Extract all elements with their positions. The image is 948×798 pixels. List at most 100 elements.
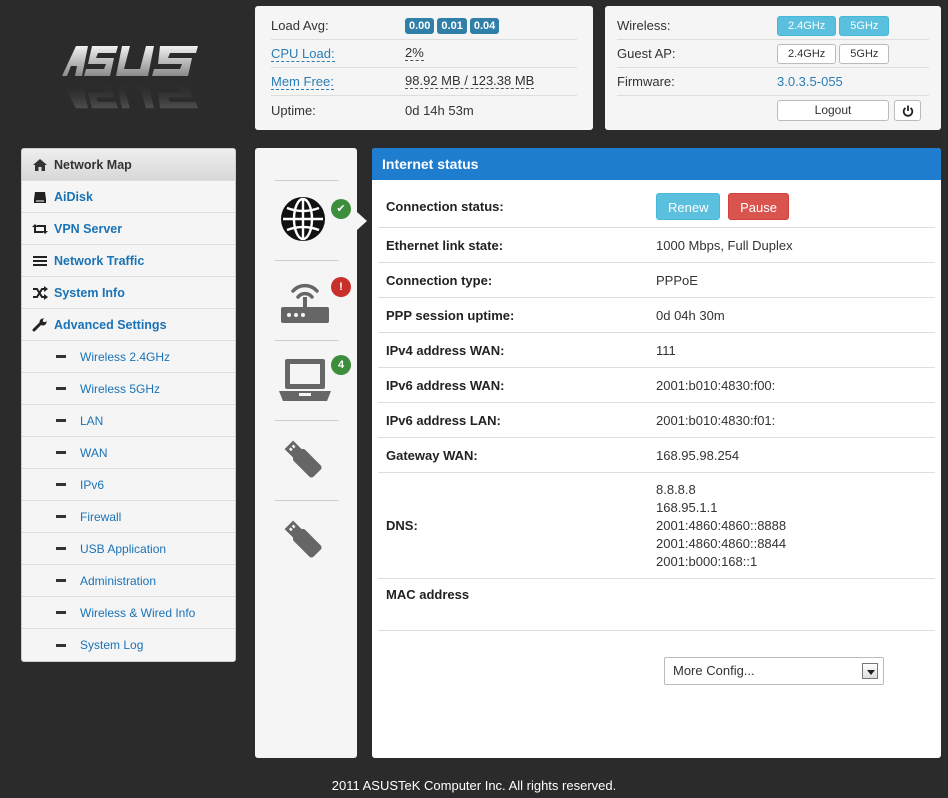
sidebar-subitem-firewall[interactable]: Firewall	[22, 501, 235, 533]
clients-device[interactable]: 4	[275, 340, 351, 420]
sidebar-subitem-administration[interactable]: Administration	[22, 565, 235, 597]
dns-label: DNS:	[386, 518, 418, 533]
sidebar-subitem-label: WAN	[80, 445, 108, 460]
connection-status-row: Connection status: Renew Pause	[378, 186, 935, 228]
mem-free-link[interactable]: Mem Free:	[271, 74, 334, 90]
row-key: IPv6 address WAN:	[386, 377, 505, 393]
wireless-panel: Wireless: 2.4GHz 5GHz Guest AP: 2.4GHz 5…	[605, 6, 941, 130]
panel-title: Internet status	[372, 148, 941, 180]
clients-count-badge: 4	[331, 355, 351, 375]
load-avg-5: 0.01	[437, 17, 467, 34]
dash-icon	[56, 355, 66, 358]
dash-icon	[56, 419, 66, 422]
dns-entry: 2001:4860:4860::8888	[656, 517, 787, 533]
mem-free-row: Mem Free: 98.92 MB / 123.38 MB	[271, 68, 577, 96]
sidebar-subitem-system-log[interactable]: System Log	[22, 629, 235, 661]
row-value: 2001:b010:4830:f00:	[656, 377, 776, 393]
dns-list: 8.8.8.8 168.95.1.1 2001:4860:4860::8888 …	[656, 481, 786, 571]
wireless-24ghz-button[interactable]: 2.4GHz	[777, 15, 837, 36]
guest-24ghz-button[interactable]: 2.4GHz	[777, 43, 837, 64]
sidebar-item-label: Network Traffic	[54, 253, 145, 268]
sidebar-subitem-label: System Log	[80, 638, 144, 652]
mac-label: MAC address	[386, 587, 470, 602]
uptime-value: 0d 14h 53m	[405, 102, 474, 118]
wireless-5ghz-button[interactable]: 5GHz	[839, 15, 890, 36]
load-avg-label: Load Avg:	[271, 18, 329, 33]
row-value: 168.95.98.254	[656, 447, 740, 463]
dash-icon	[56, 547, 66, 550]
footer-copyright: 2011 ASUSTeK Computer Inc. All rights re…	[331, 778, 617, 793]
dns-entry: 8.8.8.8	[656, 481, 696, 497]
system-info-panel: Load Avg: 0.00 0.01 0.04 CPU Load: 2% Me…	[255, 6, 593, 130]
sidebar-item-aidisk[interactable]: AiDisk	[22, 181, 235, 213]
internet-status-panel: Internet status Connection status: Renew…	[372, 148, 941, 758]
sidebar-subitem-label: Wireless 2.4GHz	[80, 349, 171, 364]
row-key: Gateway WAN:	[386, 447, 478, 463]
sidebar-item-label: Advanced Settings	[54, 317, 167, 332]
sidebar-item-label: System Info	[54, 285, 125, 300]
load-avg-15: 0.04	[469, 17, 500, 34]
sidebar-item-network-map[interactable]: Network Map	[22, 149, 235, 181]
wrench-icon	[32, 318, 47, 331]
sidebar-subitem-label: Wireless & Wired Info	[80, 605, 196, 620]
list-icon	[33, 255, 47, 266]
sidebar-item-system-info[interactable]: System Info	[22, 277, 235, 309]
table-row: Connection type: PPPoE	[378, 263, 935, 298]
guest-5ghz-button[interactable]: 5GHz	[839, 43, 890, 64]
row-key: IPv6 address LAN:	[386, 412, 501, 428]
row-value: 1000 Mbps, Full Duplex	[656, 237, 793, 253]
sidebar-subitem-label: Wireless 5GHz	[80, 381, 161, 396]
cpu-load-link[interactable]: CPU Load:	[271, 46, 335, 62]
firmware-row: Firmware: 3.0.3.5-055	[617, 68, 929, 96]
more-config-select[interactable]: More Config...	[664, 657, 884, 685]
row-key: PPP session uptime:	[386, 307, 515, 323]
logout-row: Logout	[617, 96, 929, 124]
sidebar-subitem-wireless-24ghz[interactable]: Wireless 2.4GHz	[22, 341, 235, 373]
sidebar-item-network-traffic[interactable]: Network Traffic	[22, 245, 235, 277]
table-row: Gateway WAN: 168.95.98.254	[378, 438, 935, 473]
renew-button[interactable]: Renew	[656, 193, 721, 220]
mem-free-value: 98.92 MB / 123.38 MB	[405, 73, 535, 89]
status-table: Connection status: Renew Pause Ethernet …	[378, 186, 935, 631]
row-value: 2001:b010:4830:f01:	[656, 412, 776, 428]
chevron-down-icon[interactable]	[862, 663, 878, 679]
device-map-column: ✔ ! 4	[255, 148, 357, 758]
check-badge-icon: ✔	[331, 199, 351, 219]
cpu-load-value: 2%	[405, 45, 424, 61]
pause-button[interactable]: Pause	[728, 193, 789, 220]
power-icon	[902, 105, 914, 117]
uptime-row: Uptime: 0d 14h 53m	[271, 96, 577, 124]
sidebar-subitem-wireless-wired-info[interactable]: Wireless & Wired Info	[22, 597, 235, 629]
router-icon	[281, 283, 329, 323]
firmware-version-link[interactable]: 3.0.3.5-055	[777, 74, 843, 89]
alert-badge-icon: !	[331, 277, 351, 297]
usb-device-2[interactable]	[275, 500, 339, 580]
usb-device-1[interactable]	[275, 420, 339, 500]
power-button[interactable]	[894, 99, 921, 121]
table-row: PPP session uptime: 0d 04h 30m	[378, 298, 935, 333]
sidebar-subitem-wireless-5ghz[interactable]: Wireless 5GHz	[22, 373, 235, 405]
table-row: Ethernet link state: 1000 Mbps, Full Dupl…	[378, 228, 935, 263]
mac-row: MAC address	[378, 579, 935, 631]
dash-icon	[56, 451, 66, 454]
sidebar-subitem-lan[interactable]: LAN	[22, 405, 235, 437]
row-value: 111	[656, 342, 676, 358]
dns-entry: 2001:b000:168::1	[656, 553, 758, 569]
sidebar-item-label: AiDisk	[54, 189, 93, 204]
sidebar-subitem-usb-application[interactable]: USB Application	[22, 533, 235, 565]
sidebar-item-vpn-server[interactable]: VPN Server	[22, 213, 235, 245]
asus-logo	[60, 44, 200, 114]
row-key: IPv4 address WAN:	[386, 342, 505, 358]
sidebar-item-advanced-settings[interactable]: Advanced Settings	[22, 309, 235, 341]
internet-device[interactable]: ✔	[275, 180, 351, 260]
sidebar-subitem-wan[interactable]: WAN	[22, 437, 235, 469]
cpu-load-row: CPU Load: 2%	[271, 40, 577, 68]
sidebar-subitem-label: LAN	[80, 413, 104, 428]
disk-icon	[34, 191, 46, 203]
dash-icon	[56, 387, 66, 390]
sidebar-subitem-label: USB Application	[80, 541, 167, 556]
sidebar-subitem-ipv6[interactable]: IPv6	[22, 469, 235, 501]
logout-button[interactable]: Logout	[777, 99, 889, 121]
router-device[interactable]: !	[275, 260, 351, 340]
uptime-label: Uptime:	[271, 102, 316, 118]
